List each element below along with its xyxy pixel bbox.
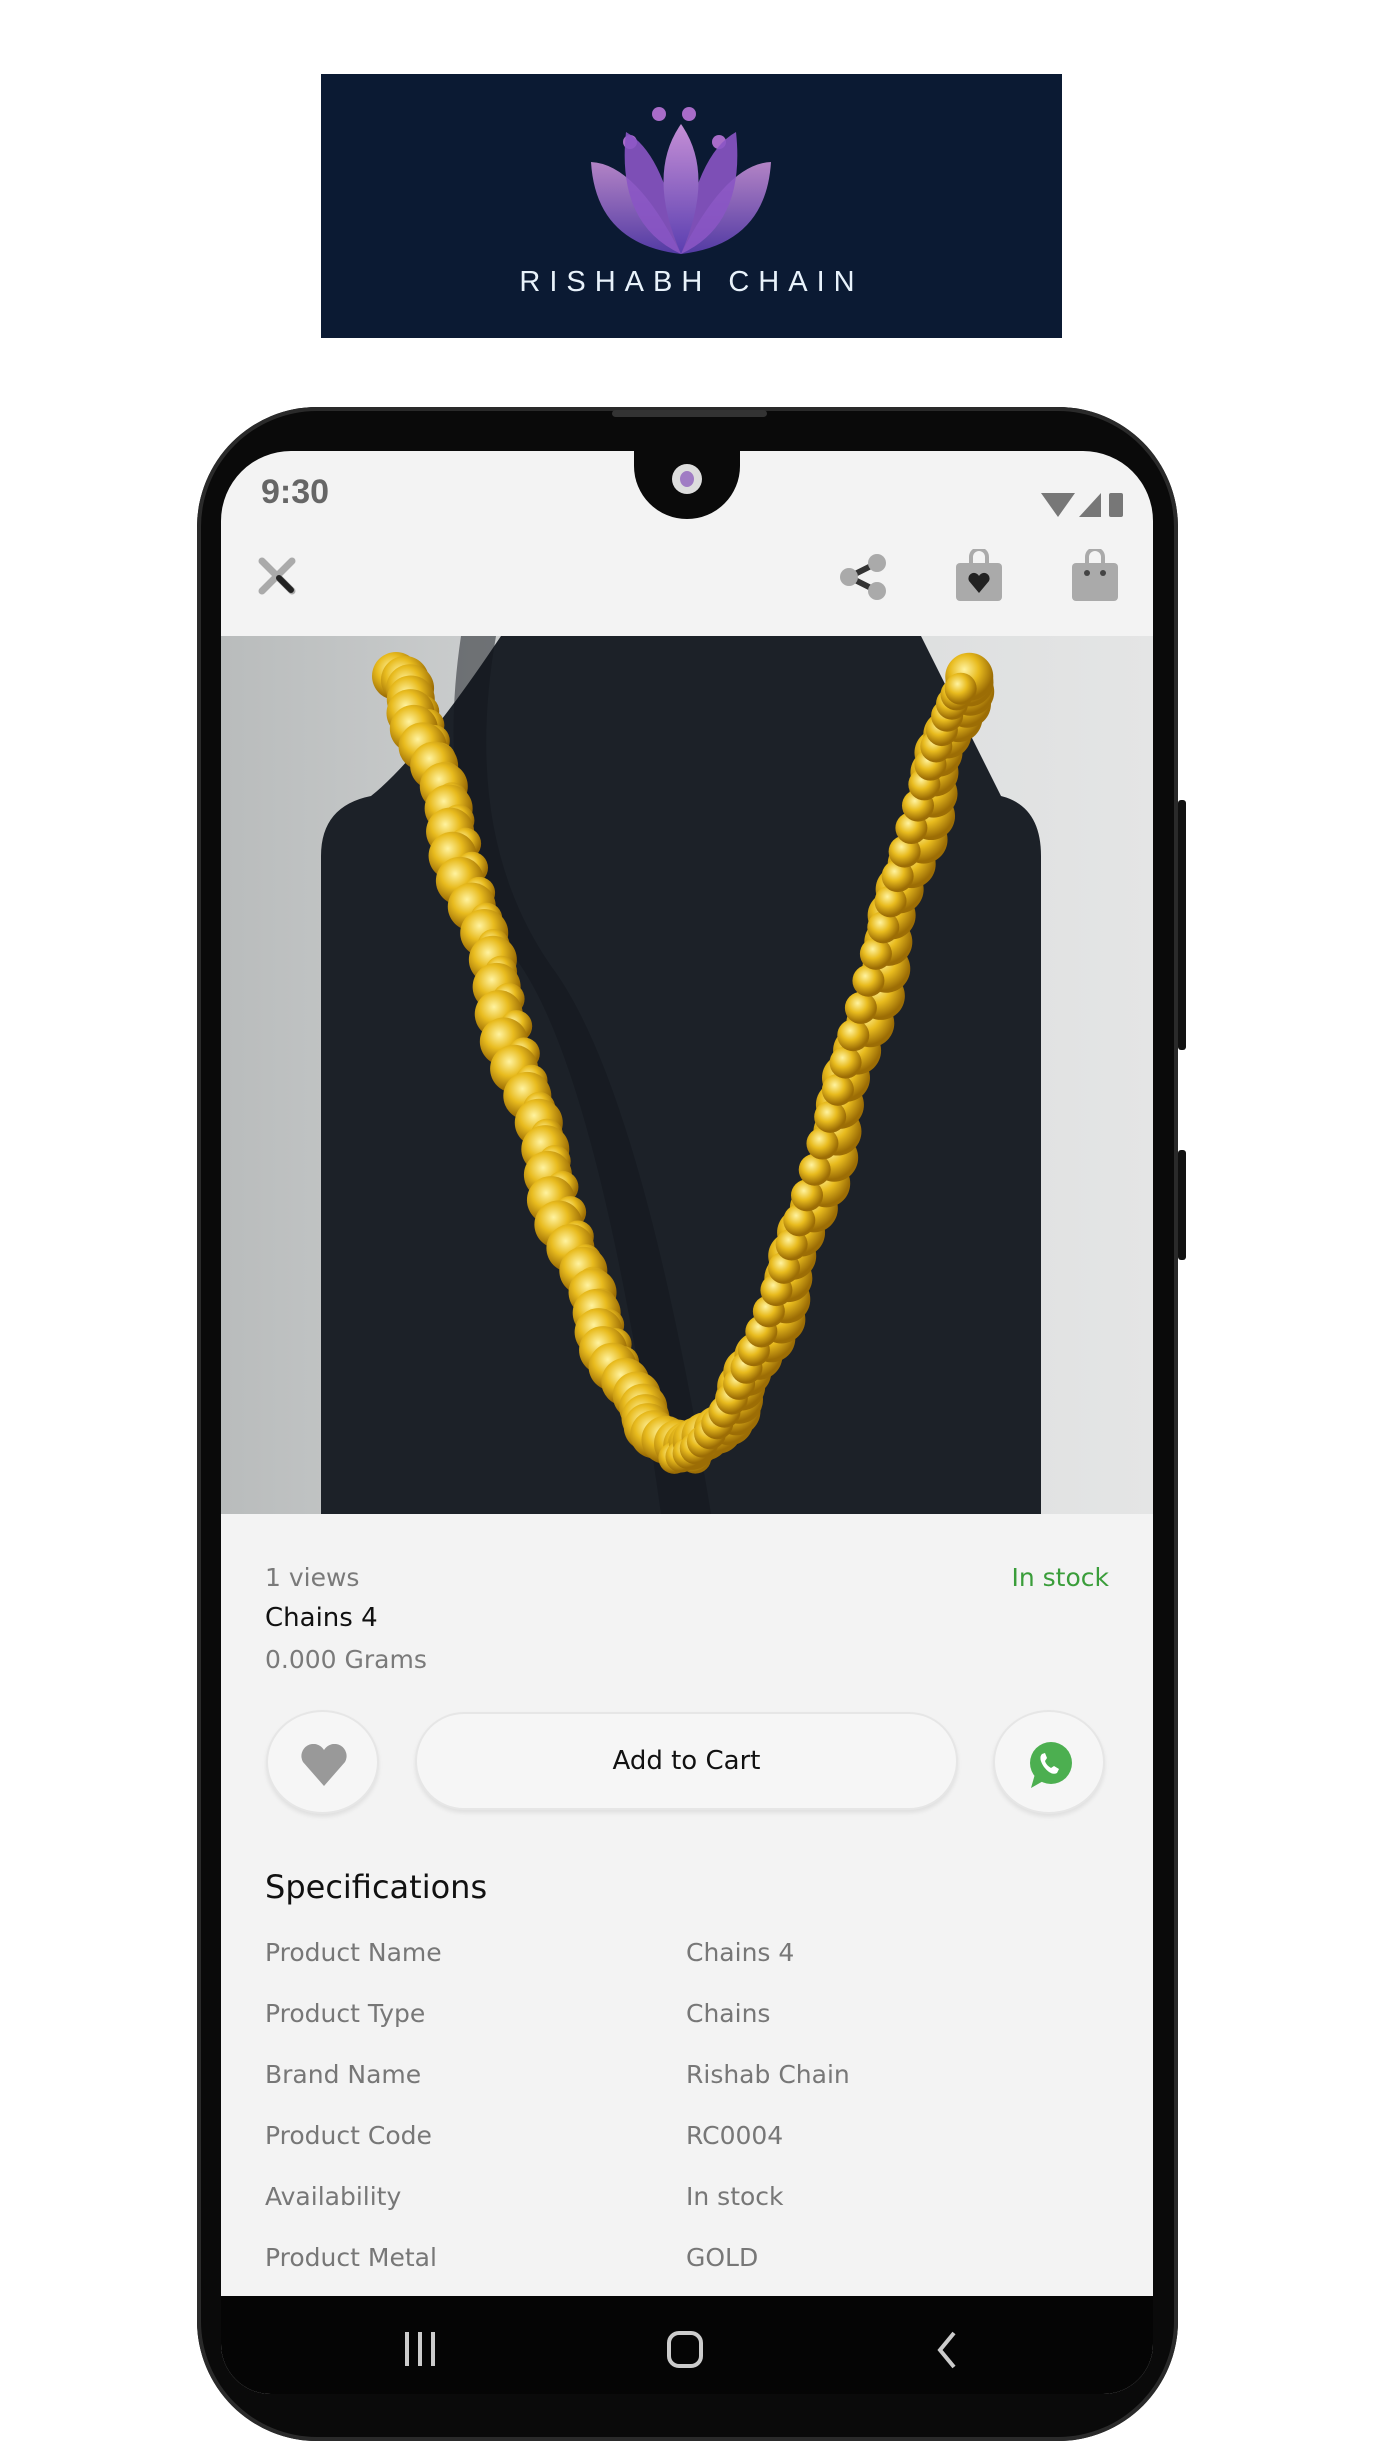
necklace-bead xyxy=(944,672,977,705)
necklace-bead xyxy=(814,1100,847,1133)
whatsapp-button[interactable] xyxy=(993,1710,1105,1814)
cart-bag-icon[interactable] xyxy=(1070,549,1120,603)
add-to-cart-label: Add to Cart xyxy=(612,1746,761,1776)
notch xyxy=(634,451,740,519)
spec-label: Product Type xyxy=(265,1999,426,2028)
whatsapp-icon xyxy=(1030,1742,1072,1788)
product-weight: 0.000 Grams xyxy=(265,1645,427,1674)
side-button xyxy=(1178,1150,1186,1260)
spec-label: Product Name xyxy=(265,1938,442,1967)
spec-value: GOLD xyxy=(686,2243,759,2272)
back-icon[interactable] xyxy=(932,2330,962,2370)
spec-value: Chains xyxy=(686,1999,771,2028)
spec-value: RC0004 xyxy=(686,2121,784,2150)
product-name: Chains 4 xyxy=(265,1603,378,1633)
status-icons xyxy=(1041,493,1123,517)
view-count: 1 views xyxy=(265,1563,360,1592)
brand-logo-banner: RISHABH CHAIN xyxy=(321,74,1062,338)
wishlist-bag-icon[interactable] xyxy=(954,549,1004,603)
spec-value: Rishab Chain xyxy=(686,2060,850,2089)
necklace-bead xyxy=(821,1073,854,1106)
spec-label: Product Metal xyxy=(265,2243,437,2272)
add-to-cart-button[interactable]: Add to Cart xyxy=(415,1712,958,1810)
spec-label: Availability xyxy=(265,2182,402,2211)
brand-name: RISHABH CHAIN xyxy=(519,266,864,298)
phone-screen: 9:30 1 views In stock Chains 4 0.000 Gra… xyxy=(221,451,1153,2394)
status-time: 9:30 xyxy=(261,473,330,511)
necklace-bead xyxy=(852,964,885,997)
lotus-logo-icon xyxy=(591,107,771,254)
wifi-icon xyxy=(1041,493,1075,517)
spec-label: Brand Name xyxy=(265,2060,422,2089)
battery-icon xyxy=(1109,493,1123,517)
spec-label: Product Code xyxy=(265,2121,432,2150)
share-icon[interactable] xyxy=(839,553,889,601)
specifications-heading: Specifications xyxy=(265,1868,488,1906)
close-icon[interactable] xyxy=(257,556,297,596)
stock-status: In stock xyxy=(1011,1563,1109,1592)
side-button xyxy=(1178,800,1186,1050)
necklace-bead xyxy=(829,1046,862,1079)
heart-icon xyxy=(301,1744,347,1786)
wishlist-button[interactable] xyxy=(266,1710,379,1814)
home-icon[interactable] xyxy=(665,2330,705,2370)
signal-icon xyxy=(1079,493,1101,517)
camera xyxy=(672,464,702,494)
spec-value: Chains 4 xyxy=(686,1938,795,1967)
navigation-bar xyxy=(221,2296,1153,2394)
product-image[interactable] xyxy=(221,636,1153,1514)
spec-value: In stock xyxy=(686,2182,784,2211)
speaker-grille xyxy=(612,410,767,417)
necklace-bead xyxy=(844,991,877,1024)
necklace-bead xyxy=(837,1019,870,1052)
recent-apps-icon[interactable] xyxy=(401,2330,441,2368)
